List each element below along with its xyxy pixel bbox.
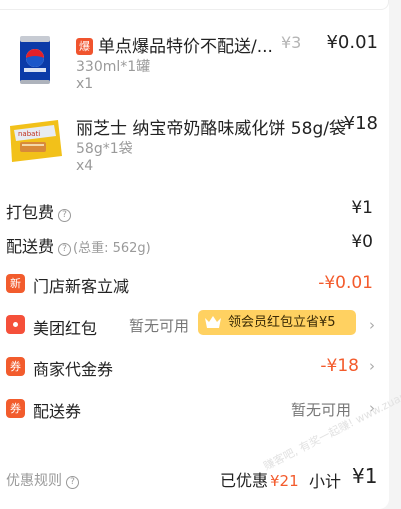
wafer-pack-image: nabati xyxy=(6,116,64,174)
product-name: 丽芝士 纳宝帝奶酪味威化饼 58g/袋 xyxy=(76,119,346,139)
chevron-right-icon: › xyxy=(369,316,375,334)
pepsi-can-image xyxy=(6,30,64,88)
total-weight: (总重: 562g) xyxy=(73,241,151,256)
vip-red-packet-button[interactable]: 领会员红包立省¥5 xyxy=(198,310,356,335)
delivery-fee-value: ¥0 xyxy=(351,232,373,252)
total-discount: 已优惠 ¥21 xyxy=(220,471,299,490)
voucher-value: -¥18 xyxy=(320,356,359,376)
product-item[interactable]: 爆单点爆品特价不配送/... ¥3 ¥0.01 330ml*1罐 x1 xyxy=(6,30,386,100)
red-packet-status: 暂无可用 xyxy=(129,317,190,335)
card-top-edge xyxy=(0,0,389,10)
product-name: 爆单点爆品特价不配送/... xyxy=(76,32,273,57)
original-price: ¥3 xyxy=(281,33,302,52)
new-tag-icon: 新 xyxy=(6,274,25,293)
voucher-label: 商家代金券 xyxy=(33,360,114,379)
packing-fee-label: 打包费? xyxy=(6,199,72,223)
voucher-row[interactable]: 券 商家代金券 -¥18 › xyxy=(0,354,389,384)
help-icon: ? xyxy=(66,476,79,489)
delivery-fee-label: 配送费? (总重: 562g) xyxy=(6,237,151,256)
crown-icon xyxy=(205,316,221,328)
help-icon[interactable]: ? xyxy=(58,243,72,256)
subtotal-value: ¥1 xyxy=(352,464,378,488)
delivery-coupon-icon: 券 xyxy=(6,399,25,418)
red-packet-row[interactable]: 美团红包 暂无可用 领会员红包立省¥5 › xyxy=(0,310,389,342)
order-card: 爆单点爆品特价不配送/... ¥3 ¥0.01 330ml*1罐 x1 naba… xyxy=(0,0,401,509)
product-item[interactable]: nabati 丽芝士 纳宝帝奶酪味威化饼 58g/袋 ¥18 58g*1袋 x4 xyxy=(6,112,386,182)
red-packet-label: 美团红包 xyxy=(33,319,98,338)
subtotal-label: 小计 xyxy=(309,472,342,491)
delivery-fee-row: 配送费? (总重: 562g) ¥0 xyxy=(0,230,389,260)
delivery-coupon-label: 配送券 xyxy=(33,402,82,421)
product-price: ¥18 xyxy=(343,113,378,134)
new-customer-label: 门店新客立减 xyxy=(33,277,130,296)
svg-text:nabati: nabati xyxy=(18,130,40,138)
total-discount-value: ¥21 xyxy=(270,472,299,490)
red-packet-icon xyxy=(6,315,25,334)
new-customer-value: -¥0.01 xyxy=(318,273,373,293)
chevron-right-icon: › xyxy=(369,357,375,375)
product-quantity: x1 xyxy=(76,76,94,92)
product-price: ¥0.01 xyxy=(326,32,378,53)
order-summary-footer: 优惠规则? 已优惠 ¥21 小计 ¥1 xyxy=(0,462,389,502)
hot-badge: 爆 xyxy=(76,38,93,55)
vip-red-packet-text: 领会员红包立省¥5 xyxy=(228,315,336,330)
voucher-icon: 券 xyxy=(6,357,25,376)
product-name-text: 单点爆品特价不配送/... xyxy=(98,37,273,57)
help-icon[interactable]: ? xyxy=(58,209,72,222)
product-spec: 58g*1袋 xyxy=(76,141,133,157)
product-spec: 330ml*1罐 xyxy=(76,59,151,75)
discount-rules-link[interactable]: 优惠规则? xyxy=(6,470,79,490)
delivery-coupon-row[interactable]: 券 配送券 暂无可用 › xyxy=(0,396,389,426)
packing-fee-row: 打包费? ¥1 xyxy=(0,196,389,226)
new-customer-discount-row: 新 门店新客立减 -¥0.01 xyxy=(0,270,389,300)
product-quantity: x4 xyxy=(76,158,94,174)
packing-fee-value: ¥1 xyxy=(351,198,373,218)
